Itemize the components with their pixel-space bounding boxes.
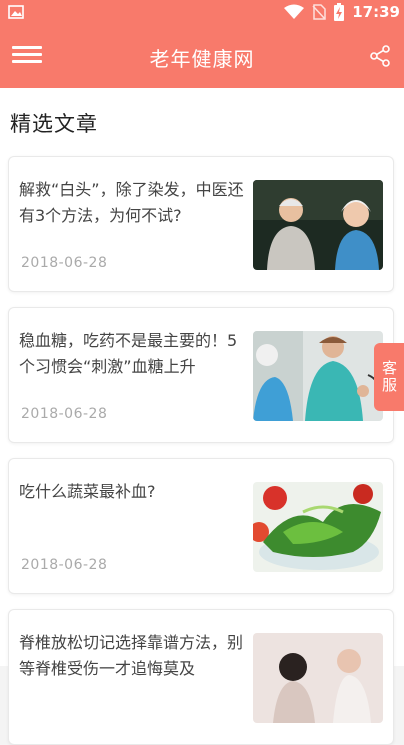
app-title: 老年健康网 <box>149 47 255 71</box>
battery-charging-icon <box>334 3 345 21</box>
customer-service-button[interactable]: 客服 <box>374 343 404 411</box>
article-title: 稳血糖，吃药不是最主要的！5个习惯会“刺激”血糖上升 <box>19 331 238 376</box>
article-card[interactable]: 脊椎放松切记选择靠谱方法，别等脊椎受伤一才追悔莫及 <box>8 609 394 745</box>
article-title: 脊椎放松切记选择靠谱方法，别等脊椎受伤一才追悔莫及 <box>19 633 244 678</box>
article-date: 2018-06-28 <box>21 255 108 271</box>
article-thumbnail <box>253 633 383 723</box>
article-date: 2018-06-28 <box>21 557 108 573</box>
article-card[interactable]: 吃什么蔬菜最补血? 2018-06-28 <box>8 458 394 594</box>
article-thumbnail <box>253 482 383 572</box>
app-bar: 老年健康网 <box>0 24 404 88</box>
status-icons: 17:39 <box>284 0 400 24</box>
share-icon[interactable] <box>368 44 392 68</box>
gallery-notification-icon <box>8 5 24 19</box>
section-title: 精选文章 <box>10 112 98 136</box>
article-card[interactable]: 解救“白头”，除了染发，中医还有3个方法，为何不试? 2018-06-28 <box>8 156 394 292</box>
article-list-page: 精选文章 解救“白头”，除了染发，中医还有3个方法，为何不试? 2018-06-… <box>0 88 404 745</box>
clock: 17:39 <box>352 3 400 21</box>
article-card[interactable]: 稳血糖，吃药不是最主要的！5个习惯会“刺激”血糖上升 2018-06-28 <box>8 307 394 443</box>
article-thumbnail <box>253 331 383 421</box>
no-sim-icon <box>312 4 326 20</box>
article-date: 2018-06-28 <box>21 406 108 422</box>
article-thumbnail <box>253 180 383 270</box>
wifi-icon <box>284 4 305 19</box>
status-bar: 17:39 <box>0 0 404 24</box>
article-title: 解救“白头”，除了染发，中医还有3个方法，为何不试? <box>19 180 244 225</box>
article-title: 吃什么蔬菜最补血? <box>19 482 156 501</box>
